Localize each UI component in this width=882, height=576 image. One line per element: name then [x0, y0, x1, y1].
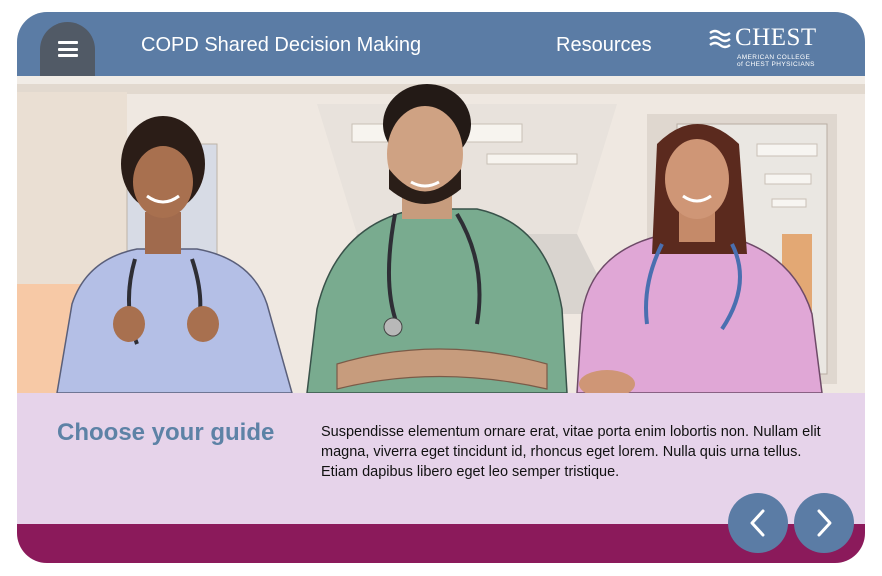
- previous-button[interactable]: [728, 493, 788, 553]
- logo-subtitle-line2: of CHEST PHYSICIANS: [737, 61, 815, 68]
- logo-subtitle-line1: AMERICAN COLLEGE: [737, 54, 811, 61]
- chest-logo: CHEST AMERICAN COLLEGE of CHEST PHYSICIA…: [709, 24, 839, 70]
- resources-link[interactable]: Resources: [556, 34, 652, 57]
- menu-button[interactable]: [40, 22, 95, 76]
- chevron-left-icon: [750, 509, 765, 537]
- chest-waves-icon: [709, 29, 731, 49]
- hero-illustration: [17, 84, 865, 393]
- next-button[interactable]: [794, 493, 854, 553]
- caption-title: Choose your guide: [57, 419, 275, 446]
- hamburger-icon: [57, 41, 78, 57]
- chevron-right-icon: [817, 509, 832, 537]
- logo-wordmark: CHEST: [735, 24, 817, 51]
- app-frame: COPD Shared Decision Making Resources CH…: [17, 12, 865, 563]
- caption-body: Suspendisse elementum ornare erat, vitae…: [321, 424, 821, 480]
- app-title: COPD Shared Decision Making: [141, 34, 422, 56]
- header-bar: COPD Shared Decision Making Resources CH…: [17, 12, 865, 76]
